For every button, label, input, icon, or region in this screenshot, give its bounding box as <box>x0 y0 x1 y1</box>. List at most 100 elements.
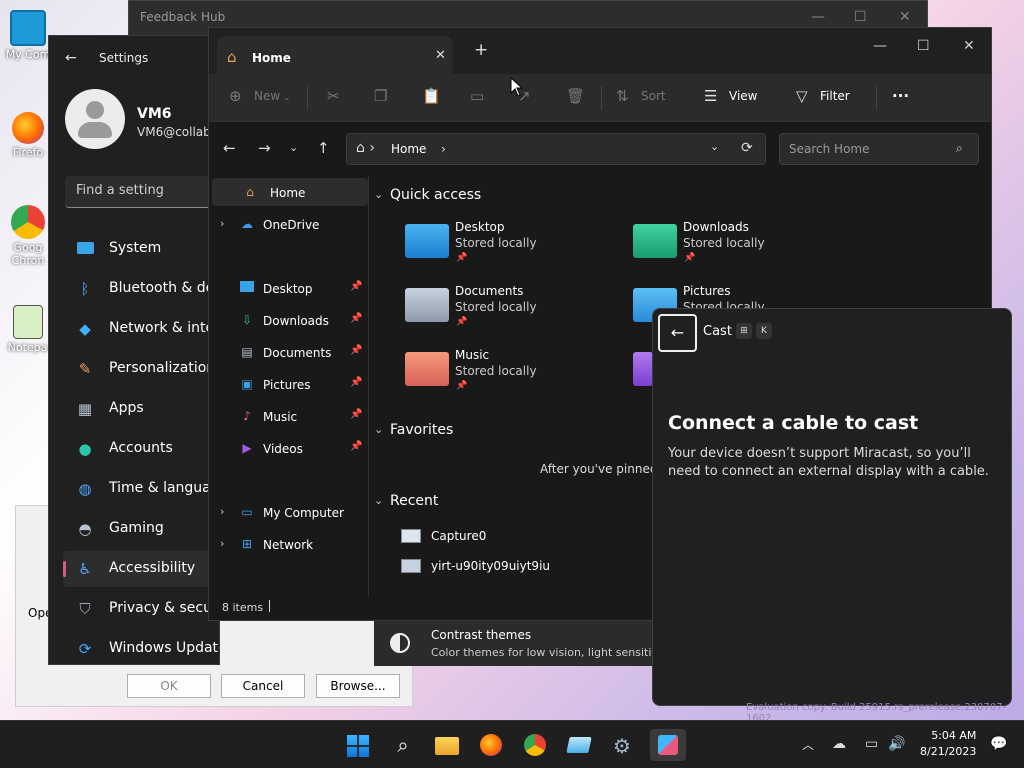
back-arrow-icon: ← <box>670 323 685 342</box>
sidebar-item-documents[interactable]: ▤ Documents 📌 <box>209 338 365 366</box>
folder-icon <box>435 737 459 755</box>
pin-icon[interactable]: 📌 <box>350 441 362 452</box>
nav-gaming[interactable]: ◓ Gaming <box>63 511 219 547</box>
maximize-icon[interactable]: ☐ <box>917 38 930 54</box>
pin-icon[interactable]: 📌 <box>350 409 362 420</box>
rename-icon[interactable]: ▭ <box>470 87 484 105</box>
address-bar[interactable]: ⌂ › Home › ⌄ ⟳ <box>346 133 766 165</box>
pin-icon[interactable]: 📌 <box>350 281 362 292</box>
notifications-icon[interactable]: 💬 <box>990 736 1007 752</box>
remote-desktop-taskbar-button[interactable] <box>563 729 595 761</box>
nav-time-language[interactable]: ◍ Time & languag <box>63 471 219 507</box>
sidebar-item-music[interactable]: ♪ Music 📌 <box>209 402 365 430</box>
cancel-button[interactable]: Cancel <box>221 674 305 698</box>
quick-access-downloads[interactable]: Downloads Stored locally 📌 <box>633 220 833 278</box>
breadcrumb[interactable]: Home <box>391 142 426 156</box>
back-arrow-icon[interactable]: ← <box>223 139 236 157</box>
network-icon[interactable]: ▭ <box>865 736 878 752</box>
close-icon[interactable]: ✕ <box>963 38 975 54</box>
minimize-icon[interactable]: — <box>811 9 825 25</box>
view-button[interactable]: View <box>729 89 757 103</box>
close-icon[interactable]: ✕ <box>899 9 911 25</box>
sidebar-item-onedrive[interactable]: › ☁ OneDrive <box>209 210 365 238</box>
delete-icon[interactable]: 🗑 <box>566 87 585 105</box>
sort-icon[interactable]: ⇅ <box>616 87 629 105</box>
chevron-right-icon[interactable]: › <box>220 217 224 230</box>
sidebar-item-desktop[interactable]: Desktop 📌 <box>209 274 365 302</box>
browse-button[interactable]: Browse... <box>316 674 400 698</box>
videos-folder-icon[interactable] <box>633 352 653 386</box>
paste-icon[interactable]: 📋 <box>422 87 441 105</box>
forward-arrow-icon[interactable]: → <box>258 139 271 157</box>
chrome-taskbar-button[interactable] <box>519 729 551 761</box>
maximize-icon[interactable]: ☐ <box>854 9 867 25</box>
nav-network[interactable]: ◆ Network & inter <box>63 311 219 347</box>
home-icon: ⌂ <box>227 48 237 66</box>
minimize-icon[interactable]: — <box>873 38 887 54</box>
section-recent[interactable]: ⌄ Recent <box>374 493 438 509</box>
copy-icon[interactable]: ❐ <box>374 87 387 105</box>
settings-taskbar-button[interactable]: ⚙ <box>607 729 639 761</box>
chevron-down-icon[interactable]: ⌄ <box>710 140 719 153</box>
cut-icon[interactable]: ✂ <box>327 87 340 105</box>
filter-icon[interactable]: ▽ <box>796 87 808 105</box>
nav-personalization[interactable]: ✎ Personalization <box>63 351 219 387</box>
sidebar-item-videos[interactable]: ▶ Videos 📌 <box>209 434 365 462</box>
quick-access-desktop[interactable]: Desktop Stored locally 📌 <box>405 220 605 278</box>
up-arrow-icon[interactable]: ↑ <box>317 139 330 157</box>
sidebar-item-home[interactable]: ⌂ Home <box>212 178 368 206</box>
sidebar-item-my-computer[interactable]: › ▭ My Computer <box>209 498 365 526</box>
new-button[interactable]: New <box>254 89 280 103</box>
sidebar-item-pictures[interactable]: ▣ Pictures 📌 <box>209 370 365 398</box>
nav-windows-update[interactable]: ⟳ Windows Update <box>63 631 219 664</box>
apps-icon: ▦ <box>77 400 93 418</box>
pin-icon[interactable]: 📌 <box>350 345 362 356</box>
nav-accessibility[interactable]: ♿ Accessibility <box>63 551 219 587</box>
section-quick-access[interactable]: ⌄ Quick access <box>374 187 481 203</box>
file-explorer-taskbar-button[interactable] <box>431 729 463 761</box>
start-button[interactable] <box>342 729 374 761</box>
avatar[interactable] <box>65 89 125 149</box>
pin-icon[interactable]: 📌 <box>350 377 362 388</box>
desktop-icon-notepad[interactable]: Notepa <box>5 305 50 354</box>
tab-home[interactable]: ⌂ Home ✕ <box>217 36 453 74</box>
chevron-up-icon[interactable]: ︿ <box>802 736 814 753</box>
nav-privacy-security[interactable]: ⛉ Privacy & securi <box>63 591 219 627</box>
desktop-icon-firefox[interactable]: Firefo <box>8 112 48 159</box>
chevron-right-icon[interactable]: › <box>220 505 224 518</box>
find-setting-input[interactable]: Find a setting <box>65 176 219 208</box>
view-icon[interactable]: ☰ <box>704 87 717 105</box>
recent-locations-icon[interactable]: ⌄ <box>289 141 298 154</box>
pin-icon[interactable]: 📌 <box>350 313 362 324</box>
sort-button[interactable]: Sort <box>641 89 666 103</box>
close-tab-icon[interactable]: ✕ <box>435 48 446 63</box>
desktop-icon-my-computer[interactable]: My Com <box>2 10 54 61</box>
sidebar-item-network[interactable]: › ⊞ Network <box>209 530 365 558</box>
new-tab-icon[interactable]: + <box>474 40 488 60</box>
quick-access-documents[interactable]: Documents Stored locally 📌 <box>405 284 605 342</box>
back-button[interactable]: ← <box>658 314 697 352</box>
quick-access-music[interactable]: Music Stored locally 📌 <box>405 348 605 406</box>
firefox-taskbar-button[interactable] <box>475 729 507 761</box>
search-icon[interactable]: ⌕ <box>387 729 419 761</box>
ok-button[interactable]: OK <box>127 674 211 698</box>
nav-apps[interactable]: ▦ Apps <box>63 391 219 427</box>
sidebar-item-downloads[interactable]: ⇩ Downloads 📌 <box>209 306 365 334</box>
clock[interactable]: 5:04 AM 8/21/2023 <box>920 728 976 760</box>
volume-icon[interactable]: 🔊 <box>888 736 905 752</box>
nav-system[interactable]: System <box>63 231 219 267</box>
filter-button[interactable]: Filter <box>820 89 850 103</box>
nav-bluetooth[interactable]: ᛒ Bluetooth & dev <box>63 271 219 307</box>
nav-accounts[interactable]: ● Accounts <box>63 431 219 467</box>
desktop-icon-chrome[interactable]: Goog Chron <box>8 205 48 267</box>
section-favorites[interactable]: ⌄ Favorites <box>374 422 453 438</box>
contrast-themes-row[interactable]: Contrast themes Color themes for low vis… <box>374 621 658 666</box>
search-input[interactable]: Search Home ⌕ <box>779 133 979 165</box>
onedrive-offline-icon[interactable]: ☁ <box>832 736 846 752</box>
more-icon[interactable]: ··· <box>892 87 909 105</box>
refresh-icon[interactable]: ⟳ <box>741 140 753 156</box>
new-icon[interactable]: ⊕ <box>229 87 242 105</box>
chevron-right-icon[interactable]: › <box>220 537 224 550</box>
feedback-hub-taskbar-button[interactable] <box>650 729 686 761</box>
back-arrow-icon[interactable]: ← <box>65 50 77 66</box>
